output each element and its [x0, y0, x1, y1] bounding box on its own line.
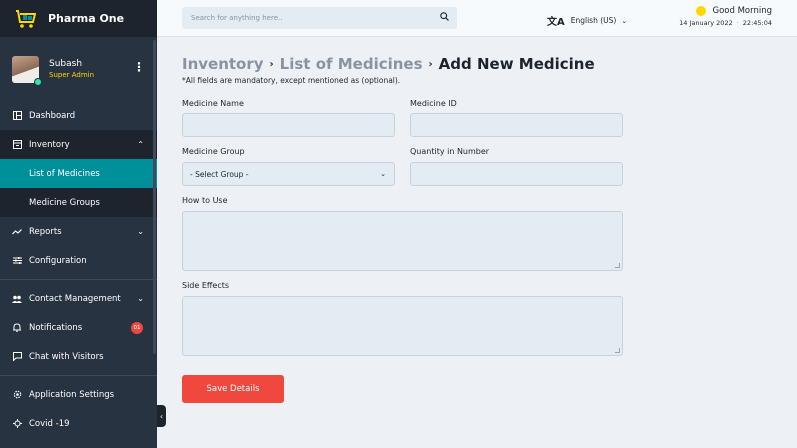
medicine-name-input[interactable]: [182, 113, 395, 137]
sidebar-item-contact-management[interactable]: Contact Management ⌄: [0, 284, 157, 313]
sidebar-item-label: Chat with Visitors: [29, 351, 104, 362]
breadcrumb: Inventory › List of Medicines › Add New …: [182, 55, 772, 73]
mandatory-note: *All fields are mandatory, except mentio…: [182, 76, 401, 85]
chevron-down-icon: ⌄: [621, 16, 628, 25]
medicine-group-label: Medicine Group: [182, 147, 245, 156]
chat-icon: [12, 352, 22, 362]
search-input[interactable]: [182, 7, 457, 29]
sidebar-item-dashboard[interactable]: Dashboard: [0, 101, 157, 130]
reports-icon: [12, 227, 22, 237]
sidebar-item-label: List of Medicines: [29, 168, 100, 179]
greeting-block: Good Morning 14 January 2022 · 22:45:04: [679, 6, 772, 27]
chevron-down-icon: ⌄: [137, 227, 144, 236]
medicine-name-label: Medicine Name: [182, 99, 244, 108]
covid-icon: [12, 419, 22, 429]
page-title: Add New Medicine: [438, 55, 595, 73]
chevron-right-icon: ›: [269, 58, 274, 70]
breadcrumb-inventory[interactable]: Inventory: [182, 55, 264, 73]
user-name: Subash: [49, 59, 83, 69]
sidebar-item-label: Covid -19: [29, 418, 70, 429]
greeting-text: Good Morning: [712, 6, 773, 16]
language-label: English (US): [570, 16, 617, 25]
sidebar-item-notifications[interactable]: Notifications 01: [0, 313, 157, 342]
sidebar-item-label: Configuration: [29, 255, 87, 266]
bell-icon: [12, 323, 22, 333]
contacts-icon: [12, 294, 22, 304]
save-details-button[interactable]: Save Details: [182, 375, 284, 403]
sidebar-item-chat-with-visitors[interactable]: Chat with Visitors: [0, 342, 157, 371]
chevron-right-icon: ›: [428, 58, 433, 70]
sidebar-subitem-medicine-groups[interactable]: Medicine Groups: [0, 188, 157, 217]
kebab-menu-icon[interactable]: ⋮: [133, 61, 145, 73]
side-effects-label: Side Effects: [182, 281, 230, 290]
main-content: Inventory › List of Medicines › Add New …: [182, 55, 772, 403]
sidebar-item-inventory[interactable]: Inventory ⌃: [0, 130, 157, 159]
sidebar-item-configuration[interactable]: Configuration: [0, 246, 157, 275]
sidebar-item-label: Medicine Groups: [29, 197, 100, 208]
notification-badge: 01: [131, 321, 143, 334]
sidebar-item-label: Application Settings: [29, 389, 115, 400]
sidebar-item-application-settings[interactable]: Application Settings: [0, 380, 157, 409]
side-effects-textarea[interactable]: [182, 296, 623, 356]
sidebar-item-label: Inventory: [29, 139, 70, 150]
cart-logo-icon: [16, 9, 36, 28]
sidebar: Pharma One Subash Super Admin ⋮ Dashboar…: [0, 0, 157, 448]
sidebar-scrollbar[interactable]: [153, 40, 156, 354]
quantity-input[interactable]: [410, 162, 623, 186]
resize-handle-icon[interactable]: [615, 348, 620, 353]
how-to-use-label: How to Use: [182, 196, 228, 205]
medicine-id-input[interactable]: [410, 113, 623, 137]
sun-icon: [695, 6, 706, 16]
translate-icon: 文A: [547, 17, 565, 28]
chevron-up-icon: ⌃: [137, 140, 144, 149]
online-status-icon: [34, 77, 42, 86]
current-date: 14 January 2022: [679, 19, 733, 27]
brand-name: Pharma One: [48, 12, 125, 25]
how-to-use-textarea[interactable]: [182, 211, 623, 271]
medicine-group-selected: - Select Group -: [190, 169, 249, 179]
search-icon[interactable]: [440, 12, 449, 21]
language-selector[interactable]: 文A English (US) ⌄: [547, 13, 627, 28]
dashboard-icon: [12, 111, 22, 121]
configuration-icon: [12, 256, 22, 266]
resize-handle-icon[interactable]: [615, 263, 620, 268]
current-time: 22:45:04: [742, 19, 772, 27]
sidebar-item-label: Contact Management: [29, 293, 121, 304]
sidebar-subitem-list-of-medicines[interactable]: List of Medicines: [0, 159, 157, 188]
sidebar-divider: [0, 279, 157, 280]
sidebar-item-label: Dashboard: [29, 110, 76, 121]
sidebar-collapse-button[interactable]: ‹: [157, 405, 166, 427]
sidebar-item-reports[interactable]: Reports ⌄: [0, 217, 157, 246]
sidebar-item-label: Notifications: [29, 322, 83, 333]
settings-icon: [12, 390, 22, 400]
brand-bar: Pharma One: [0, 0, 157, 37]
sidebar-divider: [0, 375, 157, 376]
chevron-down-icon: ⌄: [380, 170, 386, 178]
quantity-label: Quantity in Number: [410, 147, 490, 156]
top-bar: 文A English (US) ⌄ Good Morning 14 Januar…: [157, 0, 797, 37]
avatar: [12, 55, 42, 86]
user-role: Super Admin: [49, 71, 95, 79]
sidebar-item-covid[interactable]: Covid -19: [0, 409, 157, 438]
breadcrumb-list-of-medicines[interactable]: List of Medicines: [280, 55, 423, 73]
inventory-icon: [12, 140, 22, 150]
chevron-left-icon: ‹: [159, 411, 164, 421]
medicine-group-select[interactable]: - Select Group - ⌄: [182, 162, 395, 186]
chevron-down-icon: ⌄: [137, 294, 144, 303]
user-profile[interactable]: Subash Super Admin ⋮: [0, 37, 157, 101]
sidebar-item-label: Reports: [29, 226, 62, 237]
medicine-id-label: Medicine ID: [410, 99, 457, 108]
